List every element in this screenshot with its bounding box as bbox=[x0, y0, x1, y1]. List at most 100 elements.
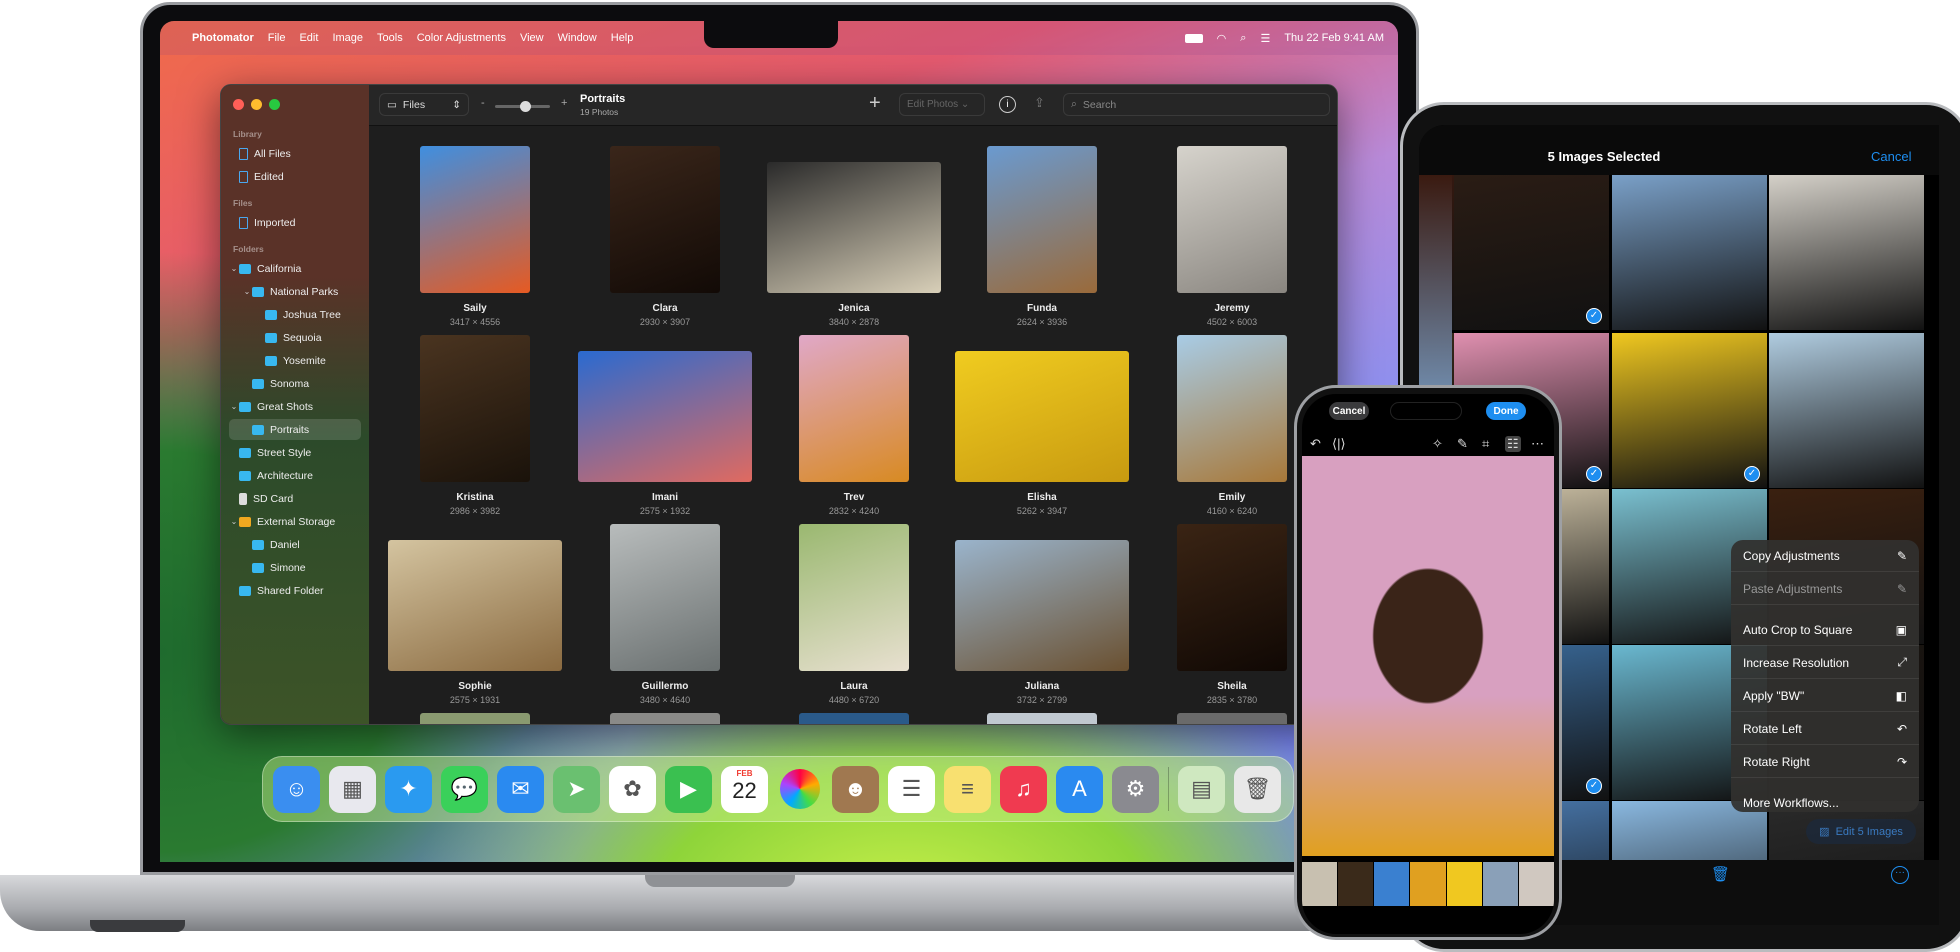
sidebar-item-portraits[interactable]: Portraits bbox=[229, 419, 361, 440]
minimize-window-button[interactable] bbox=[251, 99, 262, 110]
dock-trash-icon[interactable]: 🗑 bbox=[1234, 765, 1281, 813]
photo-thumbnail[interactable] bbox=[388, 540, 562, 671]
ipad-photo-tile[interactable] bbox=[1612, 333, 1767, 488]
photo-thumbnail[interactable] bbox=[610, 146, 720, 293]
share-icon[interactable]: ⇪ bbox=[1034, 95, 1045, 111]
ipad-photo-tile[interactable] bbox=[1454, 175, 1609, 330]
photo-thumbnail[interactable] bbox=[987, 713, 1097, 724]
menu-file[interactable]: File bbox=[268, 32, 286, 44]
dock-photos-folder-icon[interactable]: ▤ bbox=[1178, 765, 1225, 813]
sidebar-item-simone[interactable]: Simone bbox=[229, 557, 361, 578]
menu-edit[interactable]: Edit bbox=[299, 32, 318, 44]
menu-item-rotate-left[interactable]: Rotate Left ↶ bbox=[1731, 713, 1919, 745]
sidebar-item-yosemite[interactable]: Yosemite bbox=[229, 350, 361, 371]
iphone-cancel-button[interactable]: Cancel bbox=[1329, 402, 1369, 420]
menu-tools[interactable]: Tools bbox=[377, 32, 403, 44]
selected-checkmark-icon[interactable]: ✓ bbox=[1586, 308, 1602, 324]
sidebar-item-imported[interactable]: Imported bbox=[229, 212, 361, 233]
chevron-down-icon[interactable]: ⌄ bbox=[229, 264, 239, 273]
adjustments-icon[interactable]: ☷ bbox=[1505, 436, 1521, 452]
photo-thumbnail[interactable] bbox=[955, 351, 1129, 482]
menu-photomator[interactable]: Photomator bbox=[192, 32, 254, 44]
sidebar-item-edited[interactable]: Edited bbox=[229, 166, 361, 187]
photo-thumbnail[interactable] bbox=[987, 146, 1097, 293]
dock-launchpad-icon[interactable]: ▦ bbox=[329, 765, 376, 813]
sidebar-item-great-shots[interactable]: ⌄ Great Shots bbox=[229, 396, 361, 417]
dock-contacts-icon[interactable]: ☻ bbox=[832, 765, 879, 813]
menu-item-increase-resolution[interactable]: Increase Resolution ⤢ bbox=[1731, 647, 1919, 679]
photo-thumbnail[interactable] bbox=[1177, 335, 1287, 482]
dock-safari-icon[interactable]: ✦ bbox=[385, 765, 432, 813]
wifi-icon[interactable]: ◠ bbox=[1217, 32, 1227, 45]
filmstrip-thumb[interactable] bbox=[1374, 862, 1410, 906]
photo-thumbnail[interactable] bbox=[1177, 524, 1287, 671]
menu-help[interactable]: Help bbox=[611, 32, 634, 44]
cancel-button[interactable]: Cancel bbox=[1871, 149, 1911, 164]
sidebar-item-sequoia[interactable]: Sequoia bbox=[229, 327, 361, 348]
sidebar-item-sonoma[interactable]: Sonoma bbox=[229, 373, 361, 394]
photo-thumbnail[interactable] bbox=[767, 162, 941, 293]
edited-photo[interactable] bbox=[1302, 456, 1554, 856]
battery-icon[interactable] bbox=[1184, 33, 1203, 43]
menu-item-copy-adjustments[interactable]: Copy Adjustments ✎ bbox=[1731, 540, 1919, 572]
dock-reminders-icon[interactable]: ☰ bbox=[888, 765, 935, 813]
selected-checkmark-icon[interactable]: ✓ bbox=[1586, 778, 1602, 794]
control-center-icon[interactable]: ☰ bbox=[1260, 32, 1270, 45]
crop-icon[interactable]: ⌗ bbox=[1482, 436, 1489, 452]
photo-thumbnail[interactable] bbox=[955, 540, 1129, 671]
menu-image[interactable]: Image bbox=[332, 32, 363, 44]
menu-bar-clock[interactable]: Thu 22 Feb 9:41 AM bbox=[1284, 32, 1384, 44]
sidebar-item-all-files[interactable]: All Files bbox=[229, 143, 361, 164]
sidebar-item-joshua-tree[interactable]: Joshua Tree bbox=[229, 304, 361, 325]
edit-photos-button[interactable]: Edit Photos ⌄ bbox=[899, 93, 985, 116]
zoom-window-button[interactable] bbox=[269, 99, 280, 110]
ipad-photo-tile[interactable] bbox=[1769, 333, 1924, 488]
magic-wand-icon[interactable]: ✧ bbox=[1432, 436, 1443, 452]
sidebar-item-daniel[interactable]: Daniel bbox=[229, 534, 361, 555]
undo-icon[interactable]: ↶ bbox=[1310, 436, 1321, 452]
close-window-button[interactable] bbox=[233, 99, 244, 110]
filmstrip-thumb[interactable] bbox=[1338, 862, 1374, 906]
photo-thumbnail[interactable] bbox=[610, 713, 720, 724]
menu-window[interactable]: Window bbox=[558, 32, 597, 44]
sidebar-item-architecture[interactable]: Architecture bbox=[229, 465, 361, 486]
photo-thumbnail[interactable] bbox=[610, 524, 720, 671]
menu-item-more-workflows[interactable]: More Workflows... bbox=[1731, 787, 1919, 812]
photo-thumbnail[interactable] bbox=[420, 335, 530, 482]
filmstrip-thumb[interactable] bbox=[1482, 862, 1518, 906]
chevron-down-icon[interactable]: ⌄ bbox=[229, 517, 239, 526]
sidebar-item-shared-folder[interactable]: Shared Folder bbox=[229, 580, 361, 601]
add-button[interactable]: + bbox=[869, 92, 881, 115]
filmstrip[interactable] bbox=[1302, 862, 1554, 906]
menu-item-paste-adjustments[interactable]: Paste Adjustments ✎ bbox=[1731, 573, 1919, 605]
photo-thumbnail[interactable] bbox=[1177, 146, 1287, 293]
source-select[interactable]: ▭ Files ⇕ bbox=[379, 93, 469, 116]
sidebar-item-sd-card[interactable]: SD Card bbox=[229, 488, 361, 509]
ipad-photo-tile[interactable] bbox=[1612, 175, 1767, 330]
search-input[interactable]: ⌕ Search bbox=[1063, 93, 1330, 116]
thumbnail-size-slider[interactable] bbox=[495, 101, 550, 112]
photo-thumbnail[interactable] bbox=[578, 351, 752, 482]
dock-notes-icon[interactable]: ≡ bbox=[944, 765, 991, 813]
sidebar-item-california[interactable]: ⌄ California bbox=[229, 258, 361, 279]
photo-thumbnail[interactable] bbox=[799, 335, 909, 482]
iphone-done-button[interactable]: Done bbox=[1486, 402, 1526, 420]
dock-music-icon[interactable]: ♫ bbox=[1000, 765, 1047, 813]
dock-system-settings-icon[interactable]: ⚙ bbox=[1112, 765, 1159, 813]
photo-thumbnail[interactable] bbox=[420, 146, 530, 293]
sidebar-item-external-storage[interactable]: ⌄ External Storage bbox=[229, 511, 361, 532]
photo-thumbnail[interactable] bbox=[420, 713, 530, 724]
photo-thumbnail[interactable] bbox=[799, 713, 909, 724]
photo-thumbnail[interactable] bbox=[1177, 713, 1287, 724]
dock-messages-icon[interactable]: 💬 bbox=[441, 765, 488, 813]
spotlight-search-icon[interactable]: ⌕ bbox=[1240, 32, 1246, 45]
menu-item-apply-bw[interactable]: Apply "BW" ◧ bbox=[1731, 680, 1919, 712]
photo-thumbnail[interactable] bbox=[799, 524, 909, 671]
selected-checkmark-icon[interactable]: ✓ bbox=[1744, 466, 1760, 482]
dock-facetime-icon[interactable]: ▶ bbox=[665, 765, 712, 813]
menu-item-rotate-right[interactable]: Rotate Right ↷ bbox=[1731, 746, 1919, 778]
sidebar-item-street-style[interactable]: Street Style bbox=[229, 442, 361, 463]
info-icon[interactable]: i bbox=[999, 96, 1016, 113]
more-icon[interactable]: ⋯ bbox=[1531, 436, 1544, 452]
brush-icon[interactable]: ✎ bbox=[1457, 436, 1468, 452]
